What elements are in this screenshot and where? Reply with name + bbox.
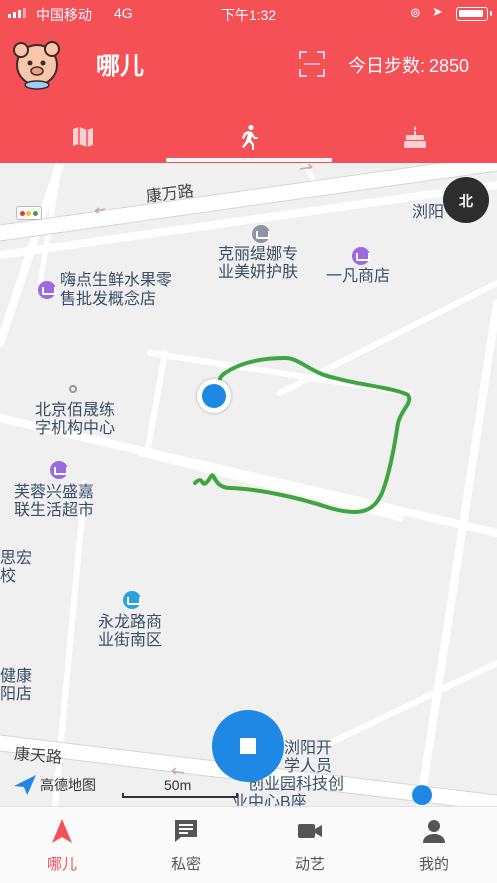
compass-button[interactable]: 北 xyxy=(443,177,489,223)
location-arrow-icon xyxy=(52,819,72,843)
steps-value: 2850 xyxy=(429,56,470,76)
poi-shop-icon[interactable] xyxy=(352,247,370,265)
map-label: 克丽缇娜专 xyxy=(218,246,299,263)
tab-birthday[interactable] xyxy=(332,110,497,163)
stop-recording-button[interactable] xyxy=(212,710,284,782)
rotation-lock-icon: ⊚ xyxy=(410,5,421,20)
location-services-icon: ➤ xyxy=(432,4,443,19)
map-view[interactable]: 北 康万路 浏阳 克丽缇娜专 业美妍护肤 一凡商店 嗨点生鲜水果零 售批发概念店… xyxy=(0,163,497,806)
amap-logo-text: 高德地图 xyxy=(40,777,96,793)
map-label: 售批发概念店 xyxy=(60,291,157,308)
person-icon xyxy=(423,820,445,843)
battery-icon xyxy=(456,7,492,21)
road-label: 康天路 xyxy=(13,745,63,768)
map-label: 联生活超市 xyxy=(14,502,95,519)
nav-label: 我的 xyxy=(418,856,449,873)
map-label: 一凡商店 xyxy=(326,268,391,285)
walking-icon xyxy=(242,124,258,150)
map-label: 校 xyxy=(0,568,17,585)
poi-lab-icon[interactable] xyxy=(412,785,432,805)
scan-icon[interactable] xyxy=(298,50,326,78)
clock: 下午1:32 xyxy=(220,7,277,23)
nav-label: 哪儿 xyxy=(46,856,77,873)
map-label: 浏阳 xyxy=(412,204,445,221)
map-label: 业美妍护肤 xyxy=(218,264,299,281)
poi-shop-icon[interactable] xyxy=(38,281,56,299)
map-label: 北京佰晟练 xyxy=(35,402,116,419)
video-camera-icon xyxy=(298,824,322,838)
nav-item-where[interactable]: 哪儿 xyxy=(0,807,124,883)
map-label: 嗨点生鲜水果零 xyxy=(60,272,173,289)
map-label: 永龙路商 xyxy=(98,614,163,631)
page-title: 哪儿 xyxy=(96,53,144,80)
current-location-marker xyxy=(197,379,231,413)
avatar[interactable] xyxy=(10,37,64,91)
poi-building-icon[interactable] xyxy=(123,591,141,609)
steps-label: 今日步数: xyxy=(348,56,426,76)
map-label: 业街南区 xyxy=(98,632,163,649)
amap-logo-icon xyxy=(14,775,36,795)
message-icon xyxy=(175,820,197,842)
compass-north-label: 北 xyxy=(459,193,473,209)
map-label: 健康 xyxy=(0,668,33,685)
nav-item-dongyi[interactable]: 动艺 xyxy=(248,807,372,883)
map-label: 思宏 xyxy=(0,550,33,567)
tab-active-indicator xyxy=(166,158,332,162)
top-tab-bar xyxy=(0,110,497,163)
today-steps: 今日步数: 2850 xyxy=(344,52,469,78)
map-label: 学人员 xyxy=(284,758,333,775)
cake-icon xyxy=(404,125,426,148)
map-label: 芙蓉兴盛嘉 xyxy=(14,484,95,501)
nav-label: 动艺 xyxy=(294,856,325,873)
poi-dot xyxy=(69,385,77,393)
traffic-light-icon xyxy=(16,206,42,220)
map-label: 字机构中心 xyxy=(35,420,116,437)
nav-label: 私密 xyxy=(170,856,201,873)
status-bar: 中国移动 4G 下午1:32 ⊚ ➤ xyxy=(0,0,497,28)
tab-map[interactable] xyxy=(0,110,166,163)
map-icon xyxy=(73,126,93,147)
nav-item-me[interactable]: 我的 xyxy=(372,807,496,883)
scale-label: 50m xyxy=(164,777,192,793)
map-label: 业中心B座 xyxy=(232,794,307,806)
bottom-nav: 哪儿 私密 动艺 我的 xyxy=(0,806,497,883)
map-label: 阳店 xyxy=(0,686,33,703)
app-header: 中国移动 4G 下午1:32 ⊚ ➤ 哪儿 今日步数: 2850 xyxy=(0,0,497,163)
poi-beauty-icon[interactable] xyxy=(252,225,270,243)
tab-walking[interactable] xyxy=(166,110,332,163)
scale-bar xyxy=(122,793,238,798)
map-label: 浏阳开 xyxy=(284,740,333,757)
poi-shop-icon[interactable] xyxy=(50,461,68,479)
nav-item-private[interactable]: 私密 xyxy=(124,807,248,883)
amap-logo: 高德地图 xyxy=(14,775,96,795)
